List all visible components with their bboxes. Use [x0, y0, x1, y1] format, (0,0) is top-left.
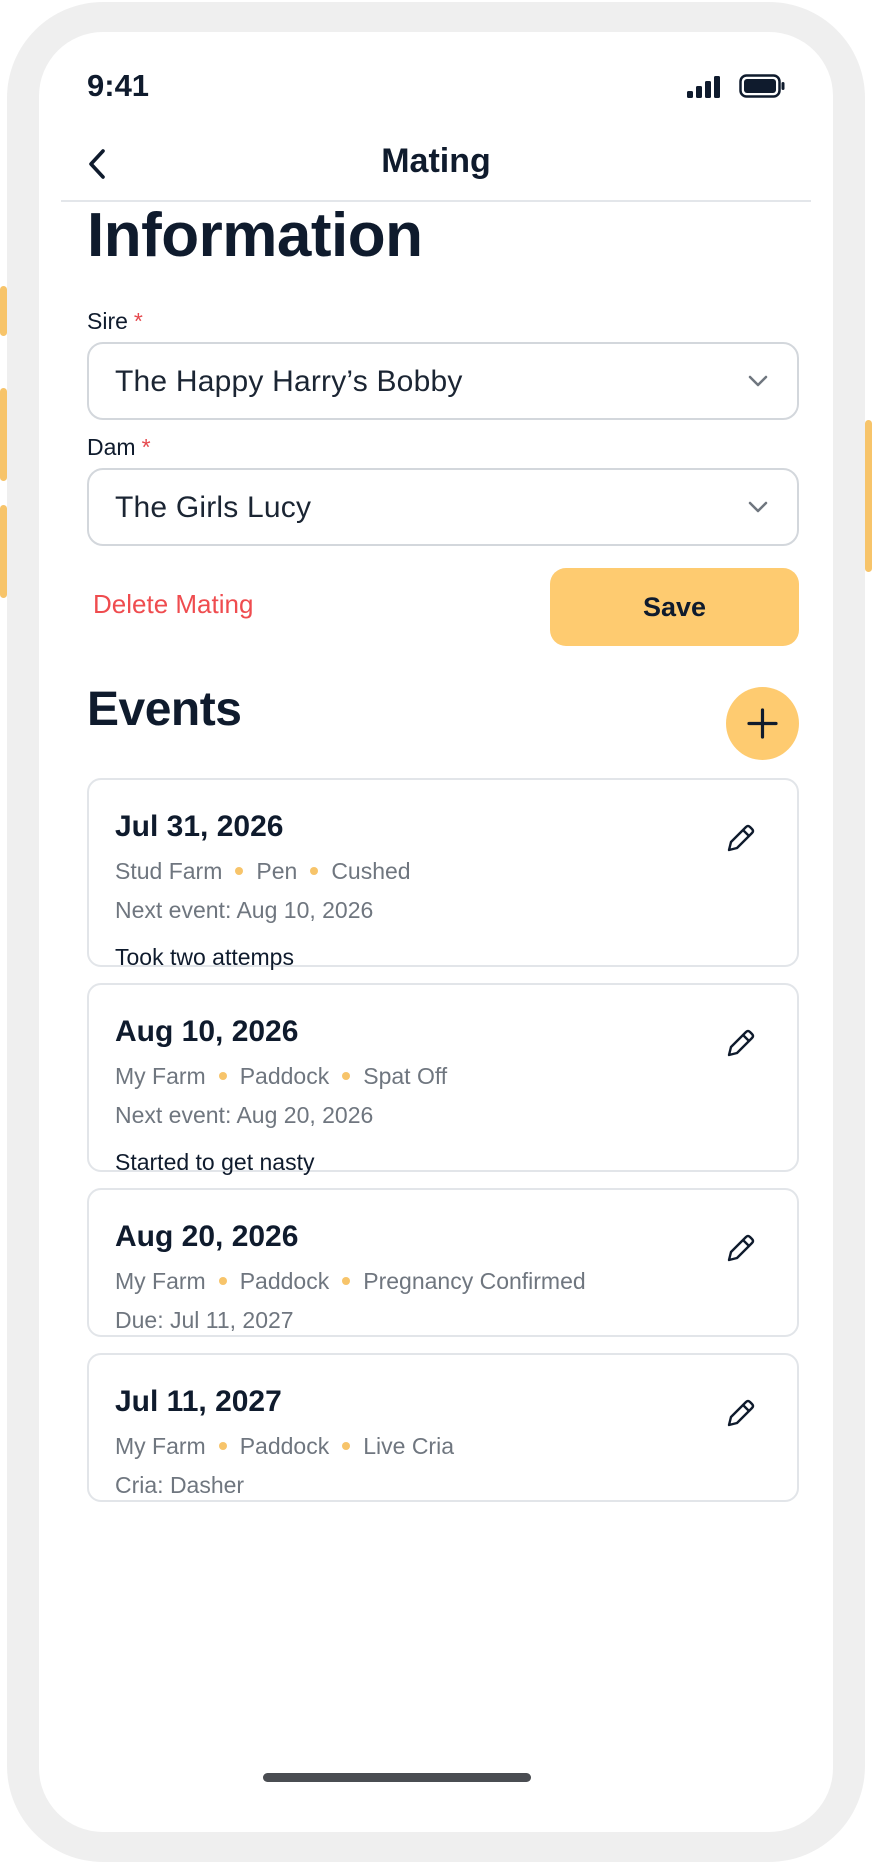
event-cria: Cria: Dasher	[115, 1472, 245, 1498]
separator-dot	[218, 1071, 227, 1080]
event-note: Took two attemps	[115, 944, 294, 970]
page-title: Mating	[381, 142, 491, 180]
status-bar: 9:41	[39, 32, 833, 112]
home-indicator[interactable]	[263, 1773, 531, 1782]
event-card[interactable]: Aug 10, 2026 My Farm Paddock Spat Off Next…	[87, 983, 799, 1175]
event-next: Next event: Aug 10, 2026	[115, 897, 374, 923]
dam-label-text: Dam	[87, 434, 136, 460]
nav-header: Mating	[39, 128, 833, 200]
events-heading: Events	[87, 683, 242, 736]
event-card[interactable]: Aug 20, 2026 My Farm Paddock Pregnancy Con…	[87, 1188, 799, 1337]
delete-mating-link[interactable]: Delete Mating	[93, 589, 253, 620]
event-next: Next event: Aug 20, 2026	[115, 1102, 374, 1128]
chevron-down-icon	[748, 501, 768, 513]
event-meta: My Farm Paddock Spat Off	[115, 1063, 447, 1090]
side-button-power	[865, 420, 872, 572]
event-date: Jul 31, 2026	[115, 810, 284, 843]
required-mark: *	[141, 434, 151, 460]
separator-dot	[342, 1276, 351, 1285]
chevron-down-icon	[748, 375, 768, 387]
separator-dot	[342, 1441, 351, 1450]
dam-select-value: The Girls Lucy	[115, 491, 312, 524]
event-date: Aug 20, 2026	[115, 1220, 299, 1253]
add-event-button[interactable]	[726, 687, 799, 760]
event-card[interactable]: Jul 31, 2026 Stud Farm Pen Cushed Next eve…	[87, 778, 799, 970]
phone-screen: 9:41 Mating Information Sire * The Happy …	[39, 32, 833, 1832]
event-meta: My Farm Paddock Live Cria	[115, 1433, 454, 1460]
separator-dot	[218, 1441, 227, 1450]
pencil-icon[interactable]	[723, 1232, 757, 1266]
event-status: Pregnancy Confirmed	[363, 1268, 586, 1294]
event-location: My Farm	[115, 1433, 206, 1459]
side-button-volume-up	[0, 388, 7, 481]
separator-dot	[218, 1276, 227, 1285]
event-status: Live Cria	[363, 1433, 454, 1459]
signal-icon	[687, 76, 720, 98]
event-area: Paddock	[239, 1063, 330, 1089]
information-heading: Information	[87, 201, 423, 270]
sire-select[interactable]: The Happy Harry’s Bobby	[87, 342, 799, 420]
event-location: Stud Farm	[115, 858, 223, 884]
required-mark: *	[133, 308, 143, 334]
pencil-icon[interactable]	[723, 1027, 757, 1061]
side-button-mute	[0, 286, 7, 336]
event-note: Started to get nasty	[115, 1149, 315, 1175]
separator-dot	[235, 866, 244, 875]
status-time: 9:41	[87, 68, 150, 103]
battery-icon	[739, 74, 785, 98]
save-button[interactable]: Save	[550, 568, 799, 646]
sire-select-value: The Happy Harry’s Bobby	[115, 365, 463, 398]
event-location: My Farm	[115, 1063, 206, 1089]
dam-select[interactable]: The Girls Lucy	[87, 468, 799, 546]
side-button-volume-down	[0, 505, 7, 598]
event-date: Aug 10, 2026	[115, 1015, 299, 1048]
event-status: Cushed	[331, 858, 411, 884]
plus-icon	[747, 708, 778, 739]
event-meta: My Farm Paddock Pregnancy Confirmed	[115, 1268, 586, 1295]
event-card[interactable]: Jul 11, 2027 My Farm Paddock Live Cria Cri…	[87, 1353, 799, 1502]
pencil-icon[interactable]	[723, 1397, 757, 1431]
sire-label: Sire *	[87, 308, 143, 335]
separator-dot	[310, 866, 319, 875]
event-location: My Farm	[115, 1268, 206, 1294]
pencil-icon[interactable]	[723, 822, 757, 856]
event-area: Paddock	[239, 1268, 330, 1294]
event-date: Jul 11, 2027	[115, 1385, 282, 1418]
event-meta: Stud Farm Pen Cushed	[115, 858, 411, 885]
separator-dot	[342, 1071, 351, 1080]
event-due: Due: Jul 11, 2027	[115, 1307, 294, 1333]
event-status: Spat Off	[363, 1063, 448, 1089]
event-area: Pen	[256, 858, 298, 884]
sire-label-text: Sire	[87, 308, 128, 334]
dam-label: Dam *	[87, 434, 151, 461]
event-area: Paddock	[239, 1433, 330, 1459]
